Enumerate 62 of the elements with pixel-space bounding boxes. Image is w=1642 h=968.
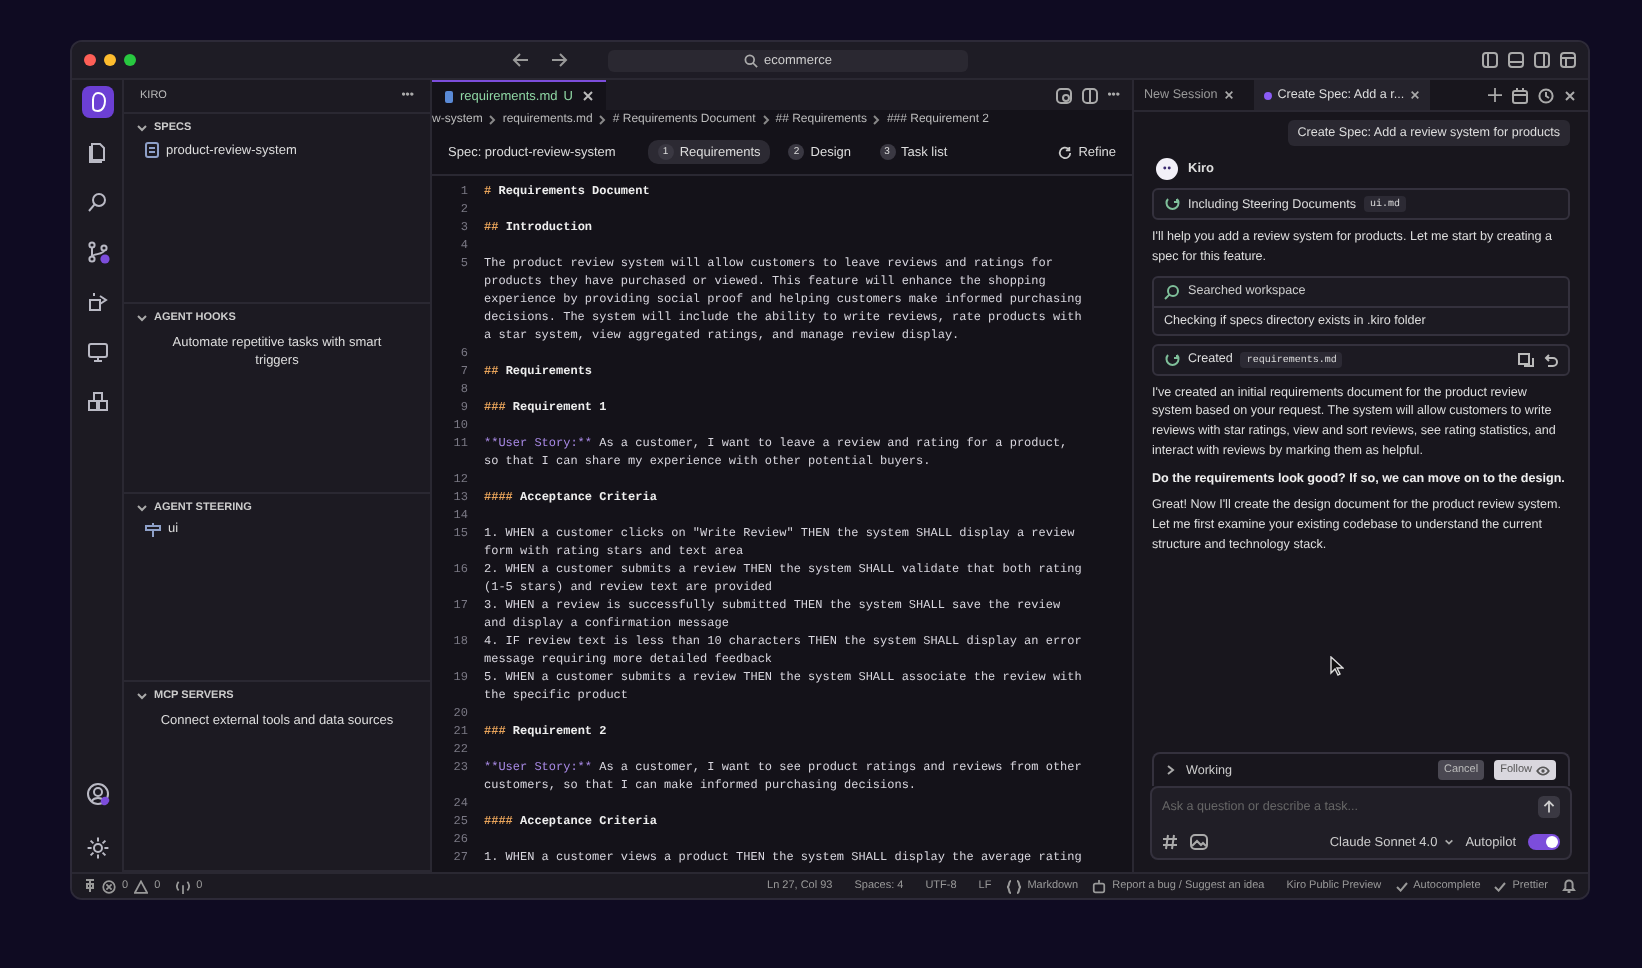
chevron-icon	[136, 311, 148, 324]
close-icon[interactable]	[582, 90, 595, 102]
account-icon[interactable]	[85, 782, 109, 806]
settings-icon[interactable]	[85, 836, 109, 860]
caret-icon	[1443, 838, 1454, 846]
file-icon	[444, 89, 454, 103]
autopilot-toggle[interactable]	[1528, 834, 1560, 850]
send-button[interactable]	[1538, 796, 1560, 818]
minimize-window-button[interactable]	[104, 54, 116, 66]
bell-icon[interactable]	[1562, 878, 1576, 894]
signpost-icon	[144, 521, 162, 537]
image-icon[interactable]	[1190, 834, 1208, 850]
layout-icon[interactable]	[1508, 52, 1524, 68]
layout-icon[interactable]	[1560, 52, 1576, 68]
mouse-cursor-icon	[1330, 656, 1344, 676]
chevron-icon	[598, 114, 607, 126]
chevron-icon	[136, 501, 148, 513]
extensions-icon	[85, 390, 109, 414]
search-icon	[744, 53, 759, 67]
run-debug-icon	[85, 290, 109, 314]
hash-icon[interactable]	[1162, 834, 1178, 850]
zoom-window-button[interactable]	[124, 54, 136, 66]
layout-icon[interactable]	[1482, 52, 1498, 68]
close-icon[interactable]	[1410, 90, 1421, 100]
chevron-icon	[488, 114, 497, 126]
forward-arrow-icon[interactable]	[550, 52, 568, 68]
chevron-icon	[136, 690, 148, 703]
kiro-avatar-icon	[1156, 158, 1178, 180]
undo-icon[interactable]	[1542, 351, 1558, 367]
history-icon[interactable]	[1538, 87, 1554, 103]
refresh-icon	[1164, 351, 1180, 367]
close-icon[interactable]	[1223, 90, 1234, 100]
chevron-icon	[872, 114, 881, 126]
preview-icon[interactable]	[1055, 87, 1072, 103]
warning-icon	[134, 879, 149, 893]
error-icon	[102, 879, 116, 893]
check-icon	[1395, 881, 1408, 891]
check-icon	[1494, 881, 1507, 891]
remote-icon[interactable]	[84, 878, 96, 894]
document-icon	[144, 142, 160, 158]
search-icon	[85, 190, 109, 214]
layout-icon[interactable]	[1534, 52, 1550, 68]
braces-icon	[1005, 879, 1022, 893]
back-arrow-icon[interactable]	[512, 52, 530, 68]
refresh-icon	[1164, 196, 1180, 212]
close-window-button[interactable]	[84, 54, 96, 66]
split-editor-icon[interactable]	[1081, 87, 1098, 103]
feedback-icon	[1092, 879, 1107, 893]
calendar-icon[interactable]	[1512, 87, 1528, 103]
refresh-icon	[1058, 145, 1073, 159]
branch-icon	[85, 240, 109, 264]
close-icon[interactable]	[1564, 89, 1576, 101]
eye-icon	[1536, 765, 1550, 775]
chevron-icon	[136, 122, 148, 134]
search-icon	[1164, 283, 1180, 299]
files-icon	[85, 140, 109, 164]
chevron-icon[interactable]	[1166, 764, 1176, 776]
antenna-icon	[176, 879, 191, 893]
chevron-icon	[761, 114, 770, 126]
plus-icon[interactable]	[1488, 88, 1502, 102]
activity-bar-button[interactable]	[81, 86, 113, 118]
monitor-icon	[85, 340, 109, 364]
